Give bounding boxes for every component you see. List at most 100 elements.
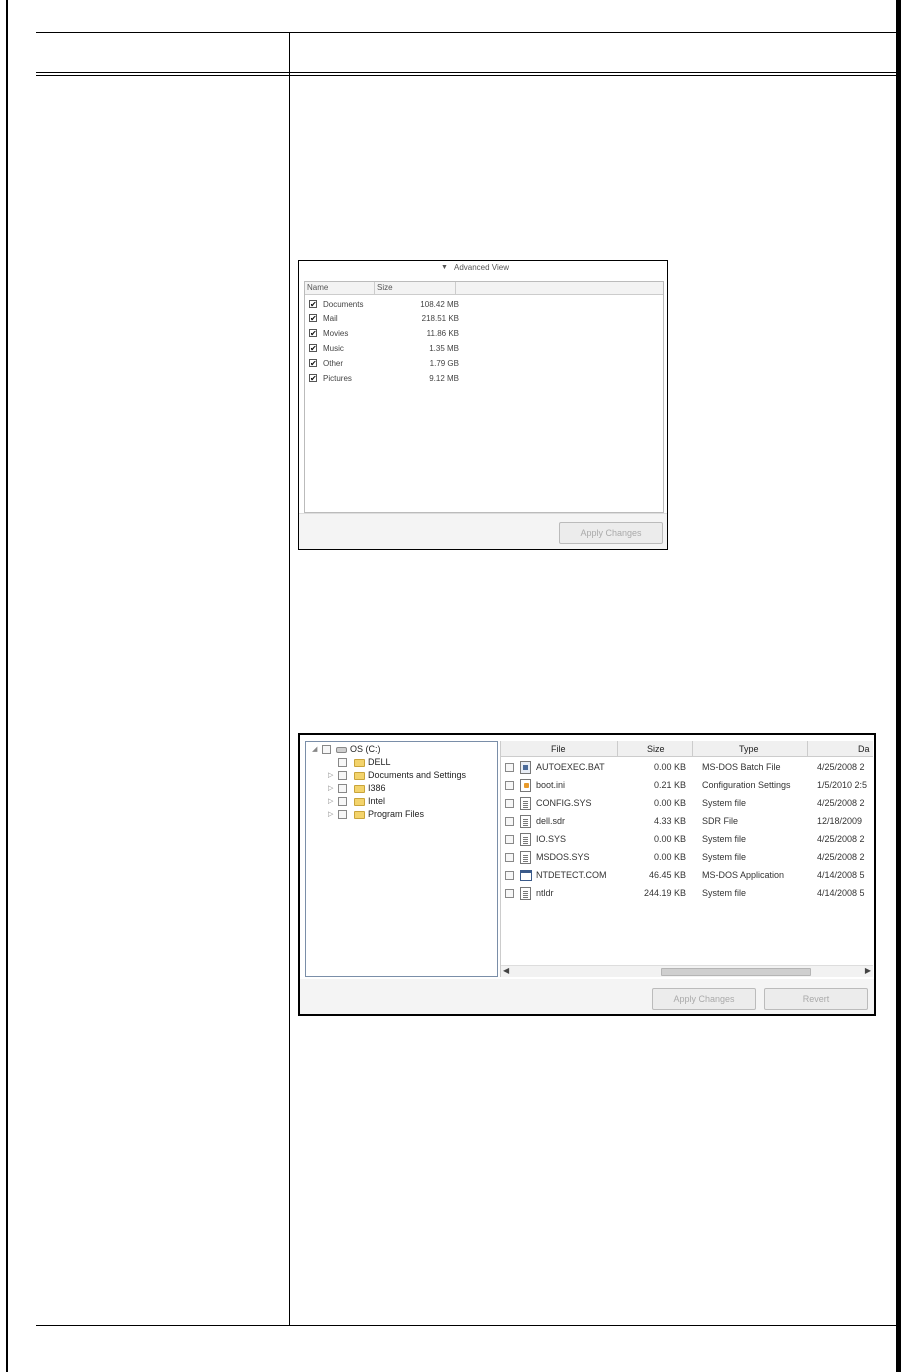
checkbox[interactable] [505, 853, 514, 862]
tree-node-label: Documents and Settings [368, 770, 467, 780]
folder-icon [354, 772, 365, 780]
collapsed-triangle-icon[interactable]: ▷ [328, 784, 333, 792]
item-size: 11.86 KB [426, 329, 459, 338]
file-date: 4/25/2008 2 [817, 762, 865, 772]
tree-node-drive[interactable]: ◢ OS (C:) [312, 744, 492, 757]
file-name: dell.sdr [536, 816, 566, 826]
checkbox[interactable] [322, 745, 331, 754]
item-name: Mail [323, 314, 338, 323]
item-size: 1.79 GB [429, 359, 459, 368]
file-type: System file [702, 888, 747, 898]
tree-node-folder[interactable]: DELL [328, 757, 498, 770]
list-item[interactable]: ✔ Mail 218.51 KB [309, 312, 459, 326]
list-item[interactable]: ✔ Movies 11.86 KB [309, 327, 459, 341]
list-item[interactable]: ✔ Documents 108.42 MB [309, 298, 459, 312]
revert-button[interactable]: Revert [764, 988, 868, 1010]
scrollbar-thumb[interactable] [661, 968, 811, 976]
file-date: 4/25/2008 2 [817, 834, 865, 844]
column-header-date[interactable]: Da [858, 744, 870, 754]
item-size: 9.12 MB [429, 374, 459, 383]
checkbox[interactable] [338, 810, 347, 819]
tree-node-folder[interactable]: ▷ Documents and Settings [328, 770, 498, 783]
checkbox[interactable] [338, 771, 347, 780]
file-date: 4/25/2008 2 [817, 852, 865, 862]
advanced-view-title: Advanced View [454, 263, 509, 272]
column-header-file[interactable]: File [551, 744, 566, 754]
file-name: boot.ini [536, 780, 566, 790]
item-name: Documents [323, 300, 364, 309]
file-size: 0.00 KB [653, 834, 686, 844]
collapsed-triangle-icon[interactable]: ▷ [328, 771, 333, 779]
checkbox[interactable] [505, 781, 514, 790]
tree-node-label: OS (C:) [350, 744, 381, 754]
file-date: 4/14/2008 5 [817, 888, 865, 898]
advanced-view-header[interactable]: ▼ Advanced View [299, 261, 667, 277]
file-type: System file [702, 834, 747, 844]
category-list-header: Name Size [305, 282, 663, 295]
tree-node-folder[interactable]: ▷ I386 [328, 783, 498, 796]
file-name: IO.SYS [536, 834, 567, 844]
application-file-icon [520, 870, 532, 881]
column-separator [455, 282, 456, 294]
batch-file-icon [520, 761, 531, 774]
list-item[interactable]: ✔ Music 1.35 MB [309, 342, 459, 356]
checked-checkbox[interactable]: ✔ [309, 374, 317, 383]
table-row[interactable]: CONFIG.SYS 0.00 KB System file 4/25/2008… [501, 795, 873, 813]
column-header-size[interactable]: Size [647, 744, 665, 754]
expanded-triangle-icon[interactable]: ◢ [312, 745, 317, 753]
tree-node-folder[interactable]: ▷ Program Files [328, 809, 498, 822]
column-header-name[interactable]: Name [307, 283, 328, 292]
checkbox[interactable] [505, 799, 514, 808]
checked-checkbox[interactable]: ✔ [309, 300, 317, 309]
file-size: 244.19 KB [643, 888, 686, 898]
list-item[interactable]: ✔ Other 1.79 GB [309, 357, 459, 371]
column-separator [374, 282, 375, 294]
file-name: NTDETECT.COM [536, 870, 607, 880]
tree-node-label: I386 [368, 783, 386, 793]
collapsed-triangle-icon[interactable]: ▷ [328, 810, 333, 818]
table-header-rule [36, 72, 896, 73]
collapsed-triangle-icon[interactable]: ▷ [328, 797, 333, 805]
checkbox[interactable] [338, 797, 347, 806]
folder-icon [354, 811, 365, 819]
file-type: System file [702, 852, 747, 862]
column-header-size[interactable]: Size [377, 283, 393, 292]
apply-changes-button[interactable]: Apply Changes [559, 522, 663, 544]
horizontal-scrollbar[interactable]: ◀ ▶ [501, 965, 873, 977]
table-row[interactable]: MSDOS.SYS 0.00 KB System file 4/25/2008 … [501, 849, 873, 867]
table-row[interactable]: NTDETECT.COM 46.45 KB MS-DOS Application… [501, 867, 873, 885]
file-type: MS-DOS Batch File [702, 762, 781, 772]
tree-node-folder[interactable]: ▷ Intel [328, 796, 498, 809]
tree-node-label: DELL [368, 757, 391, 767]
table-row[interactable]: boot.ini 0.21 KB Configuration Settings … [501, 777, 873, 795]
table-row[interactable]: ntldr 244.19 KB System file 4/14/2008 5 [501, 885, 873, 903]
checked-checkbox[interactable]: ✔ [309, 359, 317, 368]
list-item[interactable]: ✔ Pictures 9.12 MB [309, 372, 459, 386]
system-file-icon [520, 887, 531, 900]
checked-checkbox[interactable]: ✔ [309, 329, 317, 338]
item-size: 218.51 KB [421, 314, 459, 323]
column-header-type[interactable]: Type [739, 744, 759, 754]
drive-icon [336, 747, 347, 753]
file-size: 0.21 KB [653, 780, 686, 790]
scroll-left-arrow-icon[interactable]: ◀ [503, 966, 509, 975]
checkbox[interactable] [505, 763, 514, 772]
item-name: Other [323, 359, 344, 368]
file-name: CONFIG.SYS [536, 798, 592, 808]
checkbox[interactable] [505, 871, 514, 880]
table-row[interactable]: IO.SYS 0.00 KB System file 4/25/2008 2 [501, 831, 873, 849]
table-row[interactable]: AUTOEXEC.BAT 0.00 KB MS-DOS Batch File 4… [501, 759, 873, 777]
checkbox[interactable] [505, 817, 514, 826]
scroll-right-arrow-icon[interactable]: ▶ [865, 966, 871, 975]
checkbox[interactable] [505, 889, 514, 898]
checkbox[interactable] [505, 835, 514, 844]
checked-checkbox[interactable]: ✔ [309, 314, 317, 323]
table-row[interactable]: dell.sdr 4.33 KB SDR File 12/18/2009 [501, 813, 873, 831]
checkbox[interactable] [338, 758, 347, 767]
collapse-triangle-icon: ▼ [441, 264, 448, 271]
checkbox[interactable] [338, 784, 347, 793]
apply-changes-button[interactable]: Apply Changes [652, 988, 756, 1010]
file-type: Configuration Settings [702, 780, 791, 790]
file-size: 0.00 KB [653, 762, 686, 772]
checked-checkbox[interactable]: ✔ [309, 344, 317, 353]
